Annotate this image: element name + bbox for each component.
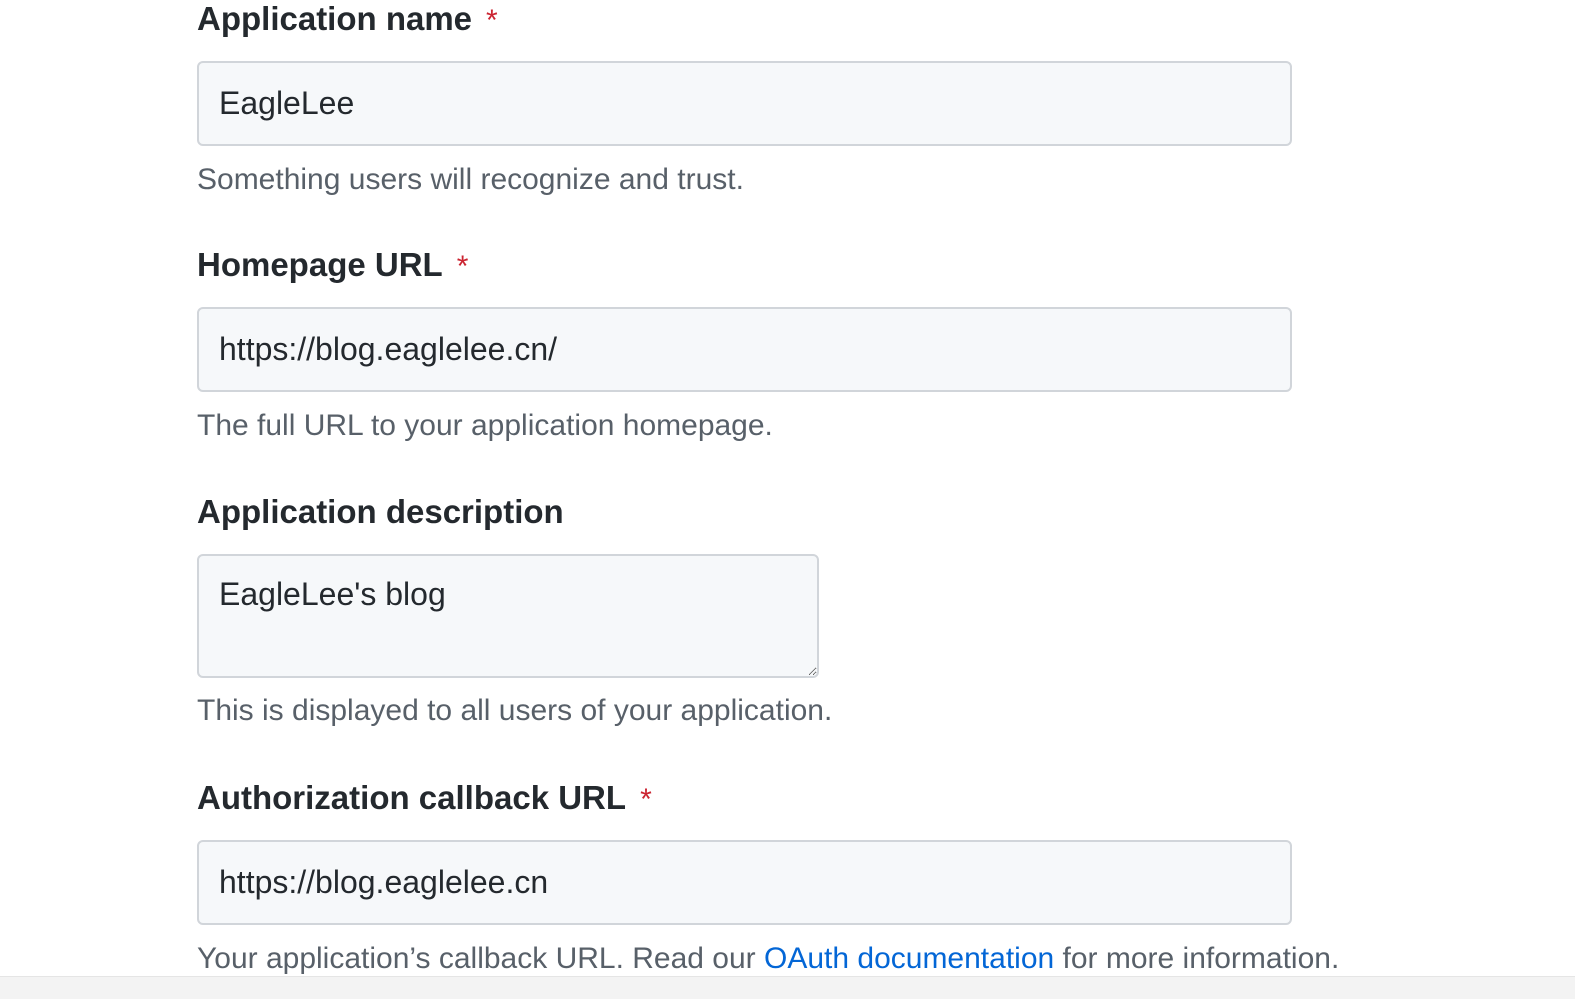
homepage-url-label: Homepage URL [197,246,443,283]
app-name-group: Application name * Something users will … [197,0,1292,197]
callback-url-label-row: Authorization callback URL * [197,779,1339,819]
callback-url-input[interactable] [197,840,1292,925]
callback-url-label: Authorization callback URL [197,779,627,816]
homepage-url-note: The full URL to your application homepag… [197,409,773,442]
callback-url-note-suffix: for more information. [1054,942,1340,975]
app-name-label-row: Application name * [197,0,1292,40]
description-label: Application description [197,493,564,530]
description-group: Application description EagleLee's blog … [197,493,832,728]
callback-url-group: Authorization callback URL * Your applic… [197,779,1339,976]
homepage-url-input[interactable] [197,307,1292,392]
homepage-url-group: Homepage URL * The full URL to your appl… [197,246,1292,443]
required-asterisk: * [640,783,652,816]
callback-url-note: Your application’s callback URL. Read ou… [197,942,1339,976]
app-name-input[interactable] [197,61,1292,146]
bottom-bar [0,976,1575,999]
required-asterisk: * [456,250,469,283]
app-name-note: Something users will recognize and trust… [197,163,744,196]
description-label-row: Application description [197,493,832,533]
description-textarea[interactable]: EagleLee's blog [197,554,819,678]
oauth-documentation-link[interactable]: OAuth documentation [764,942,1054,975]
app-name-label: Application name [197,0,473,37]
callback-url-note-prefix: Your application’s callback URL. Read ou… [197,942,764,975]
required-asterisk: * [486,4,498,37]
homepage-url-label-row: Homepage URL * [197,246,1292,286]
description-note: This is displayed to all users of your a… [197,694,833,727]
